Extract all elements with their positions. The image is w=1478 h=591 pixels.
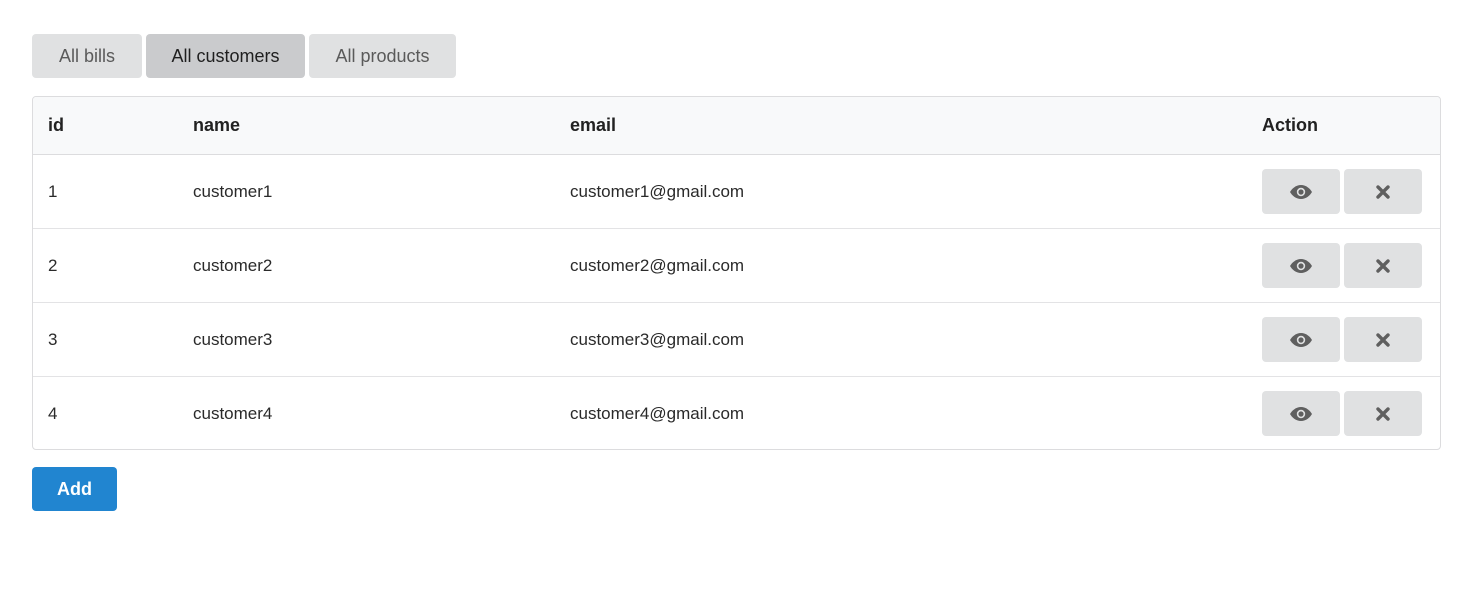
table-row: 1 customer1 customer1@gmail.com (33, 155, 1440, 229)
cell-email: customer4@gmail.com (570, 403, 745, 423)
delete-button[interactable] (1344, 317, 1422, 362)
table-header: id name email Action (33, 97, 1440, 155)
cell-name: customer2 (193, 255, 273, 275)
delete-button[interactable] (1344, 169, 1422, 214)
table-row: 3 customer3 customer3@gmail.com (33, 303, 1440, 377)
header-action: Action (1262, 115, 1318, 135)
table-row: 2 customer2 customer2@gmail.com (33, 229, 1440, 303)
tab-label: All bills (58, 45, 115, 66)
close-icon (1376, 332, 1390, 347)
close-icon (1376, 184, 1390, 199)
table-row: 4 customer4 customer4@gmail.com (33, 377, 1440, 449)
tab-bar: All bills All customers All products (32, 34, 456, 78)
cell-id: 2 (48, 255, 58, 275)
tab-label: All customers (171, 45, 280, 66)
row-actions (1262, 317, 1422, 362)
close-icon (1376, 258, 1390, 273)
eye-icon (1290, 184, 1312, 199)
cell-id: 3 (48, 329, 58, 349)
customers-page: All bills All customers All products id … (0, 0, 1478, 591)
view-button[interactable] (1262, 243, 1340, 288)
eye-icon (1290, 332, 1312, 347)
view-button[interactable] (1262, 317, 1340, 362)
cell-id: 1 (48, 181, 58, 201)
customers-table: id name email Action 1 customer1 custome… (32, 96, 1441, 450)
cell-email: customer3@gmail.com (570, 329, 745, 349)
view-button[interactable] (1262, 391, 1340, 436)
header-email: email (570, 115, 617, 135)
cell-email: customer2@gmail.com (570, 255, 745, 275)
row-actions (1262, 243, 1422, 288)
cell-name: customer1 (193, 181, 273, 201)
cell-name: customer4 (193, 403, 273, 423)
view-button[interactable] (1262, 169, 1340, 214)
cell-email: customer1@gmail.com (570, 181, 745, 201)
delete-button[interactable] (1344, 391, 1422, 436)
add-button[interactable]: Add (32, 467, 117, 511)
close-icon (1376, 406, 1390, 421)
tab-all-products[interactable]: All products (309, 34, 456, 78)
cell-name: customer3 (193, 329, 273, 349)
tab-all-customers[interactable]: All customers (146, 34, 305, 78)
eye-icon (1290, 406, 1312, 421)
header-name: name (193, 115, 241, 135)
tab-label: All products (335, 45, 430, 66)
cell-id: 4 (48, 403, 58, 423)
delete-button[interactable] (1344, 243, 1422, 288)
tab-all-bills[interactable]: All bills (32, 34, 142, 78)
eye-icon (1290, 258, 1312, 273)
add-button-label: Add (57, 478, 92, 499)
row-actions (1262, 391, 1422, 436)
row-actions (1262, 169, 1422, 214)
header-id: id (48, 115, 64, 135)
